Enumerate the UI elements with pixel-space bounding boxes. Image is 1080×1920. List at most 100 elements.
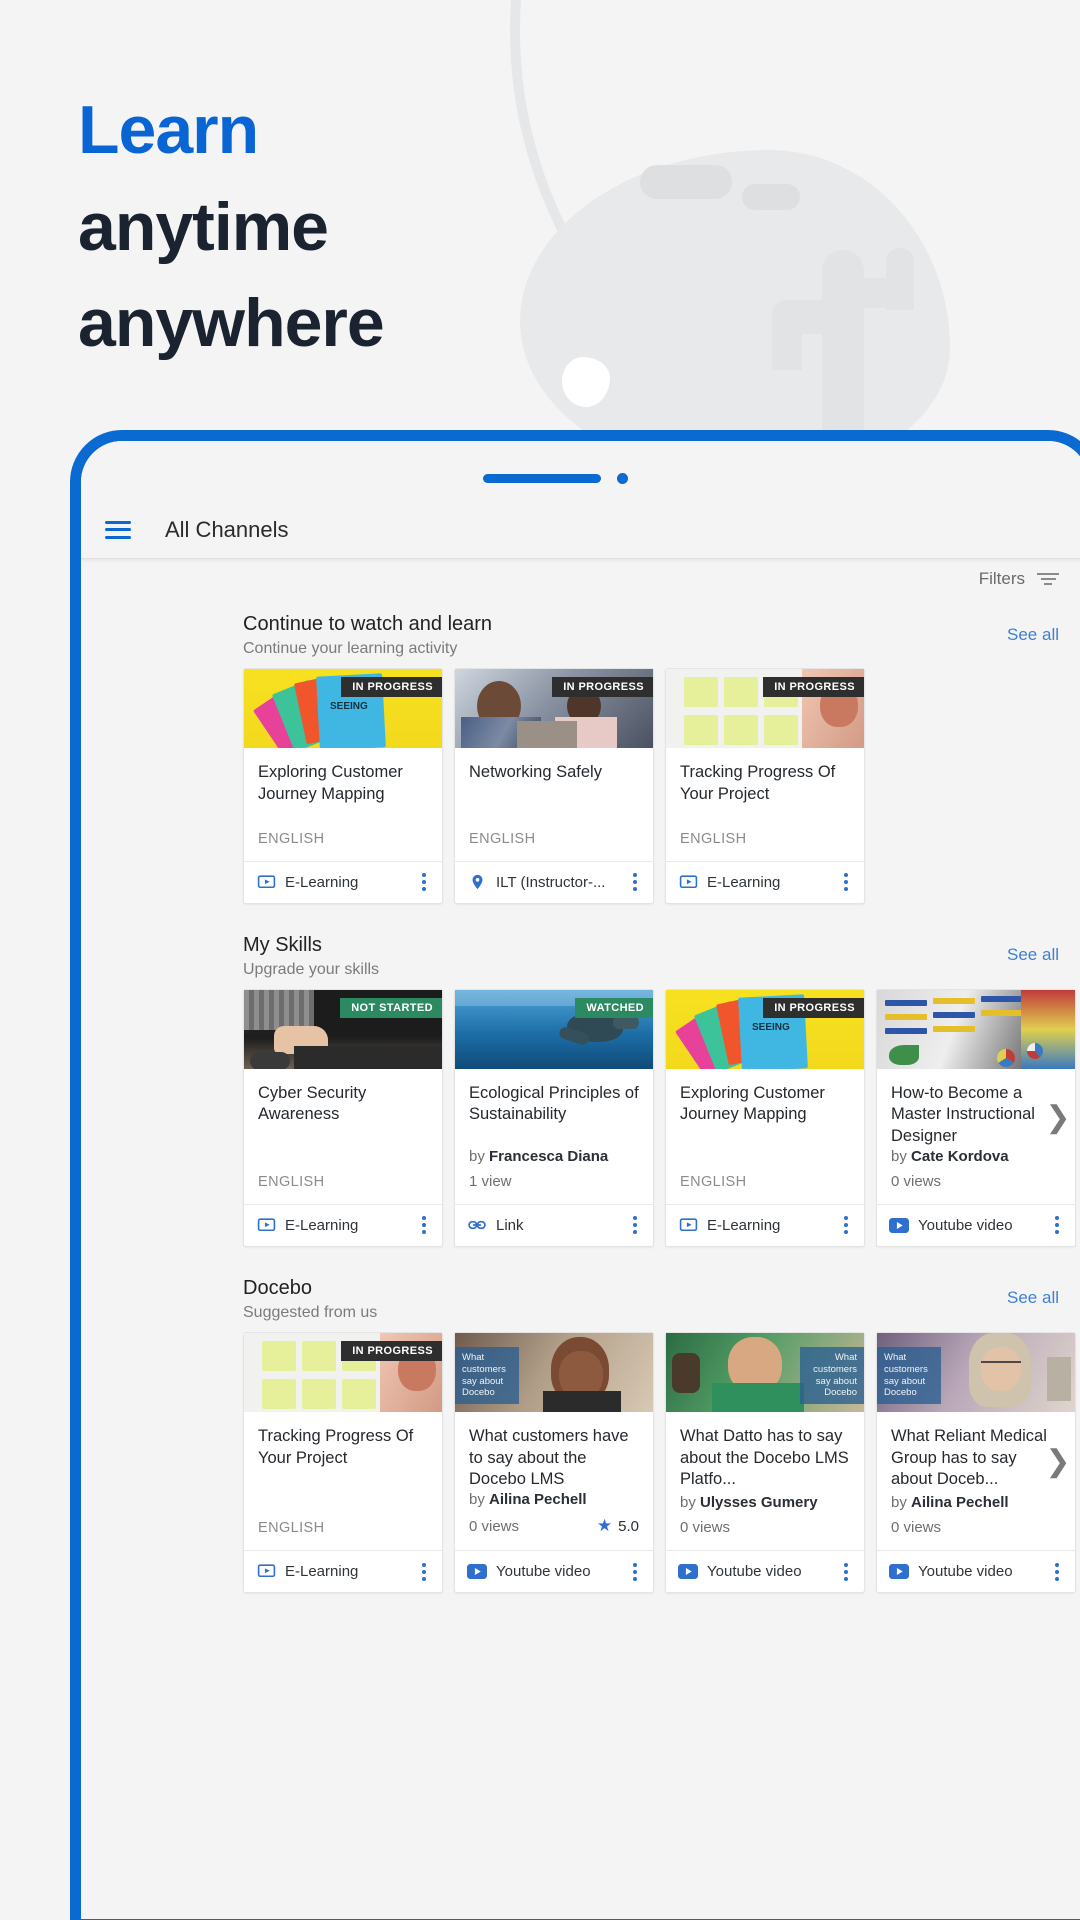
star-icon: ★ [596,1516,613,1536]
card-carousel[interactable]: SEEING IN PROGRESS Exploring Customer Jour… [81,668,1080,904]
section-title: My Skills [243,933,322,956]
thumbnail-overlay-text: What customers say about Docebo [455,1346,519,1405]
card-more-options-icon[interactable] [416,1212,432,1238]
carousel-next-chevron-icon[interactable]: ❯ [1045,1102,1071,1133]
indicator-active-pill [483,474,601,483]
card-views: 0 views [891,1172,942,1190]
youtube-icon [678,1562,698,1582]
card-title: Networking Safely [469,763,602,781]
thumbnail-overlay-text: What customers say about Docebo [877,1346,941,1405]
author-prefix: by [891,1147,907,1165]
author-name: Ulysses Gumery [700,1494,818,1512]
card-body: Cyber Security Awareness ENGLISH [244,1069,442,1204]
card-more-options-icon[interactable] [416,1559,432,1585]
hero-headline: Learn anytime anywhere [78,82,385,372]
see-all-link[interactable]: See all [1007,1288,1059,1308]
section-title: Docebo [243,1276,312,1299]
card-footer[interactable]: E-Learning [244,860,442,903]
section-subtitle: Upgrade your skills [243,960,380,978]
card-footer[interactable]: ILT (Instructor-... [455,860,653,903]
card-body: Tracking Progress Of Your Project ENGLIS… [244,1412,442,1550]
card-more-options-icon[interactable] [838,869,854,895]
card-carousel[interactable]: NOT STARTED Cyber Security Awareness ENGL… [81,988,1080,1247]
youtube-icon [467,1562,487,1582]
card-title: Cyber Security Awareness [258,1083,367,1124]
card-author-spacer [258,806,428,825]
course-card[interactable]: SEEING IN PROGRESS Exploring Customer Jour… [243,668,443,904]
card-thumbnail: IN PROGRESS [666,669,864,748]
section-header: Docebo Suggested from us See all [81,1265,1080,1332]
card-footer[interactable]: Youtube video [666,1550,864,1592]
hero-line-1: Learn [78,92,259,168]
card-footer[interactable]: Youtube video [877,1203,1075,1246]
card-body: How-to Become a Master Instructional Des… [877,1069,1075,1204]
card-more-options-icon[interactable] [627,1559,643,1585]
card-type-label: E-Learning [707,873,781,891]
card-body: Networking Safely ENGLISH [455,748,653,861]
card-type-label: E-Learning [285,1216,359,1234]
card-more-options-icon[interactable] [838,1212,854,1238]
card-language: ENGLISH [469,830,536,847]
course-card[interactable]: What customers say about Docebo What Datt… [665,1331,865,1594]
card-footer[interactable]: E-Learning [666,860,864,903]
card-title: Exploring Customer Journey Mapping [680,1083,825,1124]
card-type-label: Youtube video [707,1563,802,1581]
section-subtitle: Suggested from us [243,1303,378,1321]
card-author: by Francesca Diana [469,1148,639,1167]
card-language: ENGLISH [258,830,325,847]
card-more-options-icon[interactable] [1049,1559,1065,1585]
card-body: What customers have to say about the Doc… [455,1412,653,1550]
course-card[interactable]: WATCHED Ecological Principles of Sustaina… [454,988,654,1247]
card-more-options-icon[interactable] [1049,1212,1065,1238]
carousel-indicator [483,473,628,484]
course-card[interactable]: What customers say about Docebo What cust… [454,1331,654,1594]
course-card[interactable]: NOT STARTED Cyber Security Awareness ENGL… [243,988,443,1247]
card-type-label: E-Learning [285,1563,359,1581]
card-footer[interactable]: E-Learning [244,1550,442,1592]
see-all-link[interactable]: See all [1007,625,1059,645]
card-type-label: E-Learning [707,1216,781,1234]
card-meta-row: ENGLISH [258,1168,428,1204]
card-body: Exploring Customer Journey Mapping ENGLI… [666,1069,864,1204]
course-card[interactable]: IN PROGRESS Networking Safely ENGLISH ILT … [454,668,654,904]
hamburger-icon[interactable] [105,520,131,539]
card-more-options-icon[interactable] [627,1212,643,1238]
app-store-screenshot: Learn anytime anywhere All Channels Filt… [0,0,1080,1920]
card-more-options-icon[interactable] [627,869,643,895]
filters-button[interactable]: Filters [979,569,1059,589]
content-section: Docebo Suggested from us See all IN PROGRES… [81,1265,1080,1594]
page-title: All Channels [165,516,289,542]
card-author-spacer [680,806,850,825]
card-type-label: Youtube video [918,1216,1013,1234]
card-footer[interactable]: Link [455,1203,653,1246]
card-carousel[interactable]: IN PROGRESS Tracking Progress Of Your Pro… [81,1331,1080,1594]
author-name: Ailina Pechell [911,1494,1009,1512]
content-area[interactable]: Continue to watch and learn Continue your… [81,601,1080,1611]
author-name: Francesca Diana [489,1147,609,1165]
status-badge: IN PROGRESS [341,1340,442,1361]
card-author: by Ailina Pechell [469,1491,639,1510]
card-footer[interactable]: E-Learning [666,1203,864,1246]
card-type-label: Youtube video [918,1563,1013,1581]
card-footer[interactable]: Youtube video [877,1550,1075,1592]
card-footer[interactable]: Youtube video [455,1550,653,1592]
card-meta-row: ENGLISH [680,825,850,861]
course-card[interactable]: SEEING IN PROGRESS Exploring Customer Jour… [665,988,865,1247]
card-body: Exploring Customer Journey Mapping ENGLI… [244,748,442,861]
indicator-dot [617,473,628,484]
course-card[interactable]: IN PROGRESS Tracking Progress Of Your Pro… [665,668,865,904]
card-more-options-icon[interactable] [416,869,432,895]
card-language: ENGLISH [680,830,747,847]
card-more-options-icon[interactable] [838,1559,854,1585]
section-subtitle: Continue your learning activity [243,640,458,657]
card-thumbnail [877,989,1075,1069]
card-author-spacer [680,1149,850,1168]
see-all-link[interactable]: See all [1007,945,1059,965]
cloud-icon [640,165,732,199]
carousel-next-chevron-icon[interactable]: ❯ [1045,1447,1071,1477]
card-title: Exploring Customer Journey Mapping [258,763,403,803]
cactus-icon [822,250,864,435]
card-footer[interactable]: E-Learning [244,1203,442,1246]
course-card[interactable]: IN PROGRESS Tracking Progress Of Your Pro… [243,1331,443,1594]
card-meta-row: 0 views [680,1513,850,1550]
